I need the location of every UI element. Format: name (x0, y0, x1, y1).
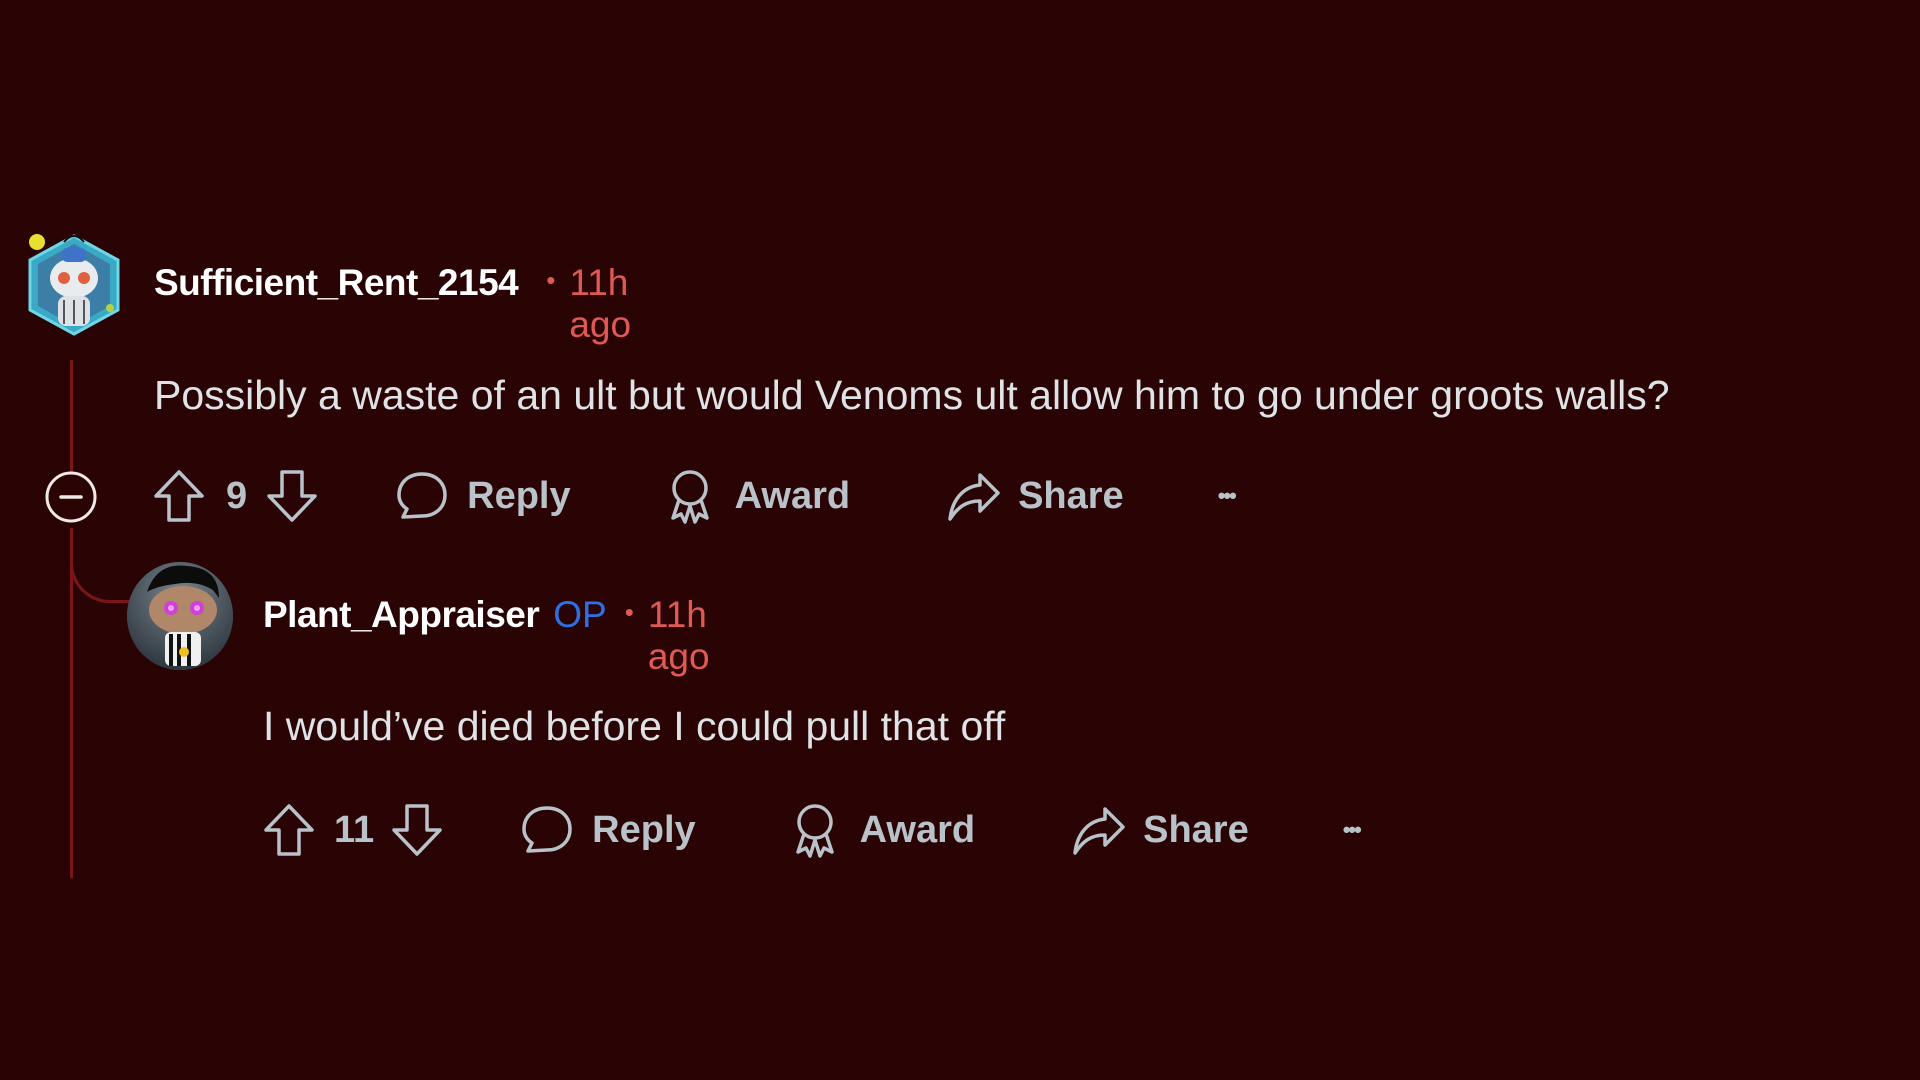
vote-score: 11 (334, 808, 375, 851)
username[interactable]: Plant_Appraiser (263, 594, 540, 636)
share-label: Share (1143, 808, 1249, 851)
upvote-arrow-icon (154, 470, 204, 522)
share-arrow-icon (1073, 807, 1125, 855)
downvote-button[interactable] (390, 802, 444, 858)
reply-button[interactable]: Reply (395, 469, 571, 523)
meta-separator: • (624, 597, 634, 627)
share-button[interactable]: Share (1071, 803, 1249, 857)
thread-line[interactable] (70, 360, 73, 472)
share-button[interactable]: Share (946, 469, 1124, 523)
vote-score: 9 (226, 474, 248, 517)
timestamp[interactable]: 11h ago (648, 594, 710, 678)
award-label: Award (859, 808, 976, 851)
more-options-button[interactable]: ••• (1218, 483, 1237, 509)
reply-connector (70, 528, 133, 603)
upvote-button[interactable] (152, 468, 206, 524)
share-label: Share (1018, 474, 1124, 517)
award-ribbon-icon (795, 804, 834, 858)
comment-bubble-icon (522, 806, 572, 853)
upvote-arrow-icon (264, 804, 314, 856)
user-avatar[interactable] (24, 232, 124, 336)
downvote-button[interactable] (265, 468, 319, 524)
reply-label: Reply (467, 474, 571, 517)
more-options-button[interactable]: ••• (1343, 817, 1362, 843)
meta-separator: • (546, 265, 556, 295)
comment-body: I would’ve died before I could pull that… (263, 703, 1006, 749)
thread-line[interactable] (70, 528, 73, 878)
comment-header: Plant_Appraiser OP • 11h ago (263, 594, 710, 678)
comment-header: Sufficient_Rent_2154 • 11h ago (154, 262, 631, 346)
award-button[interactable]: Award (665, 468, 850, 524)
user-avatar[interactable] (127, 562, 233, 670)
comment-actions: 9 Reply Award Share ••• (152, 468, 1237, 524)
comment-bubble-icon (397, 472, 447, 519)
award-button[interactable]: Award (790, 802, 975, 858)
comment-body: Possibly a waste of an ult but would Ven… (154, 372, 1670, 418)
share-arrow-icon (948, 473, 1000, 521)
downvote-arrow-icon (392, 804, 442, 856)
upvote-button[interactable] (262, 802, 316, 858)
comment-actions: 11 Reply Award Share ••• (262, 802, 1362, 858)
collapse-button[interactable] (44, 470, 98, 524)
collapse-minus-icon (45, 471, 97, 523)
snoo-character-avatar-icon (127, 562, 233, 670)
username[interactable]: Sufficient_Rent_2154 (154, 262, 519, 304)
reply-label: Reply (592, 808, 696, 851)
op-badge: OP (553, 594, 607, 635)
award-ribbon-icon (670, 470, 709, 524)
snoo-robot-avatar-icon (28, 234, 120, 336)
award-label: Award (734, 474, 851, 517)
reply-button[interactable]: Reply (520, 803, 696, 857)
downvote-arrow-icon (267, 470, 317, 522)
timestamp[interactable]: 11h ago (569, 262, 631, 346)
